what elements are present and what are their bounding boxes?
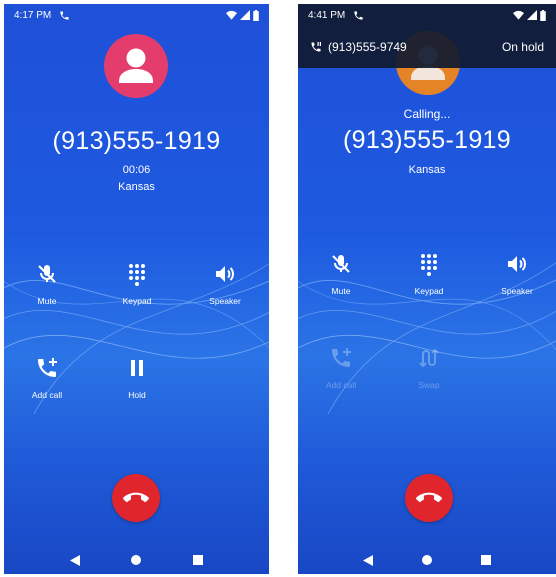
contact-avatar [104, 34, 168, 98]
wifi-icon [226, 10, 237, 20]
wifi-icon [513, 10, 524, 20]
add-call-label: Add call [325, 380, 357, 390]
swap-button[interactable]: Swap [394, 346, 464, 390]
pause-icon [131, 360, 143, 376]
status-bar: 4:17 PM [4, 4, 269, 26]
status-time: 4:41 PM [308, 9, 346, 21]
phone-screen-active-call: 4:17 PM (913)555-1919 00:06 Kansas Mute [4, 4, 269, 574]
dialpad-icon [129, 264, 145, 286]
speaker-label: Speaker [501, 286, 533, 296]
hold-button[interactable]: Hold [102, 356, 172, 400]
call-end-icon [123, 492, 149, 503]
swap-label: Swap [418, 380, 440, 390]
end-call-button[interactable] [112, 474, 160, 522]
caller-number: (913)555-1919 [343, 126, 511, 154]
add-call-button[interactable]: Add call [306, 346, 376, 390]
keypad-label: Keypad [122, 296, 152, 306]
hold-label: Hold [128, 390, 146, 400]
held-call-banner[interactable]: (913)555-9749 On hold [298, 26, 556, 68]
swap-calls-icon [419, 348, 439, 368]
caller-location: Kansas [118, 181, 155, 193]
status-bar: 4:41 PM [298, 4, 556, 26]
speaker-button[interactable]: Speaker [190, 262, 260, 306]
signal-icon [527, 10, 537, 20]
recents-icon[interactable] [481, 555, 492, 565]
caller-location: Kansas [408, 164, 446, 176]
held-call-status: On hold [501, 40, 544, 54]
held-call-number: (913)555-9749 [328, 40, 407, 54]
home-icon[interactable] [421, 555, 432, 565]
keypad-label: Keypad [414, 286, 444, 296]
speaker-icon [508, 256, 526, 272]
call-state: Calling... [403, 107, 451, 121]
mute-label: Mute [37, 296, 57, 306]
mic-off-icon [332, 255, 350, 273]
keypad-button[interactable]: Keypad [394, 252, 464, 296]
mute-button[interactable]: Mute [12, 262, 82, 306]
paused-call-icon [311, 42, 321, 52]
caller-number: (913)555-1919 [52, 127, 221, 155]
speaker-label: Speaker [209, 296, 241, 306]
phone-screen-second-call: 4:41 PM (913)555-9749 On hold Calling...… [298, 4, 556, 574]
call-status-icon [354, 10, 363, 20]
battery-icon [540, 9, 546, 21]
end-call-button[interactable] [405, 474, 453, 522]
back-icon[interactable] [69, 554, 80, 566]
call-end-icon [416, 492, 442, 503]
battery-icon [253, 9, 259, 21]
dialpad-icon [421, 254, 437, 276]
mic-off-icon [38, 265, 56, 283]
signal-icon [240, 10, 250, 20]
mute-button[interactable]: Mute [306, 252, 376, 296]
navigation-bar [298, 546, 556, 574]
keypad-button[interactable]: Keypad [102, 262, 172, 306]
speaker-icon [216, 266, 234, 282]
person-icon [119, 48, 153, 83]
back-icon[interactable] [362, 554, 373, 566]
add-call-icon [38, 358, 57, 377]
speaker-button[interactable]: Speaker [482, 252, 552, 296]
call-timer: 00:06 [122, 164, 151, 176]
status-time: 4:17 PM [14, 9, 52, 21]
recents-icon[interactable] [193, 555, 204, 565]
home-icon[interactable] [131, 555, 142, 565]
add-call-label: Add call [31, 390, 63, 400]
call-status-icon [60, 10, 69, 20]
add-call-icon [332, 348, 351, 367]
mute-label: Mute [331, 286, 351, 296]
navigation-bar [4, 546, 269, 574]
add-call-button[interactable]: Add call [12, 356, 82, 400]
